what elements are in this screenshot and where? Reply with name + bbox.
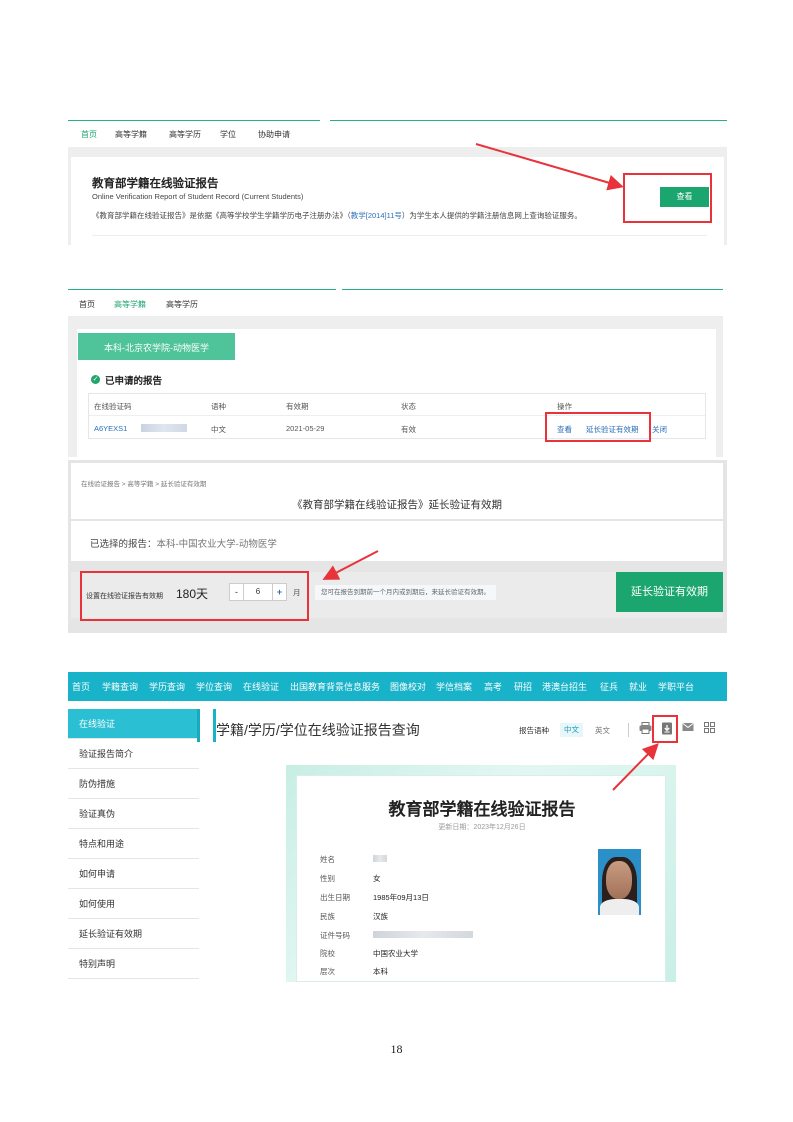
page-number: 18 xyxy=(390,1042,403,1056)
annotation-arrows xyxy=(322,143,659,791)
arrow-to-view-button xyxy=(475,143,624,191)
arrow-to-download-icon xyxy=(612,743,659,791)
arrow-to-validity-setting xyxy=(322,550,379,580)
